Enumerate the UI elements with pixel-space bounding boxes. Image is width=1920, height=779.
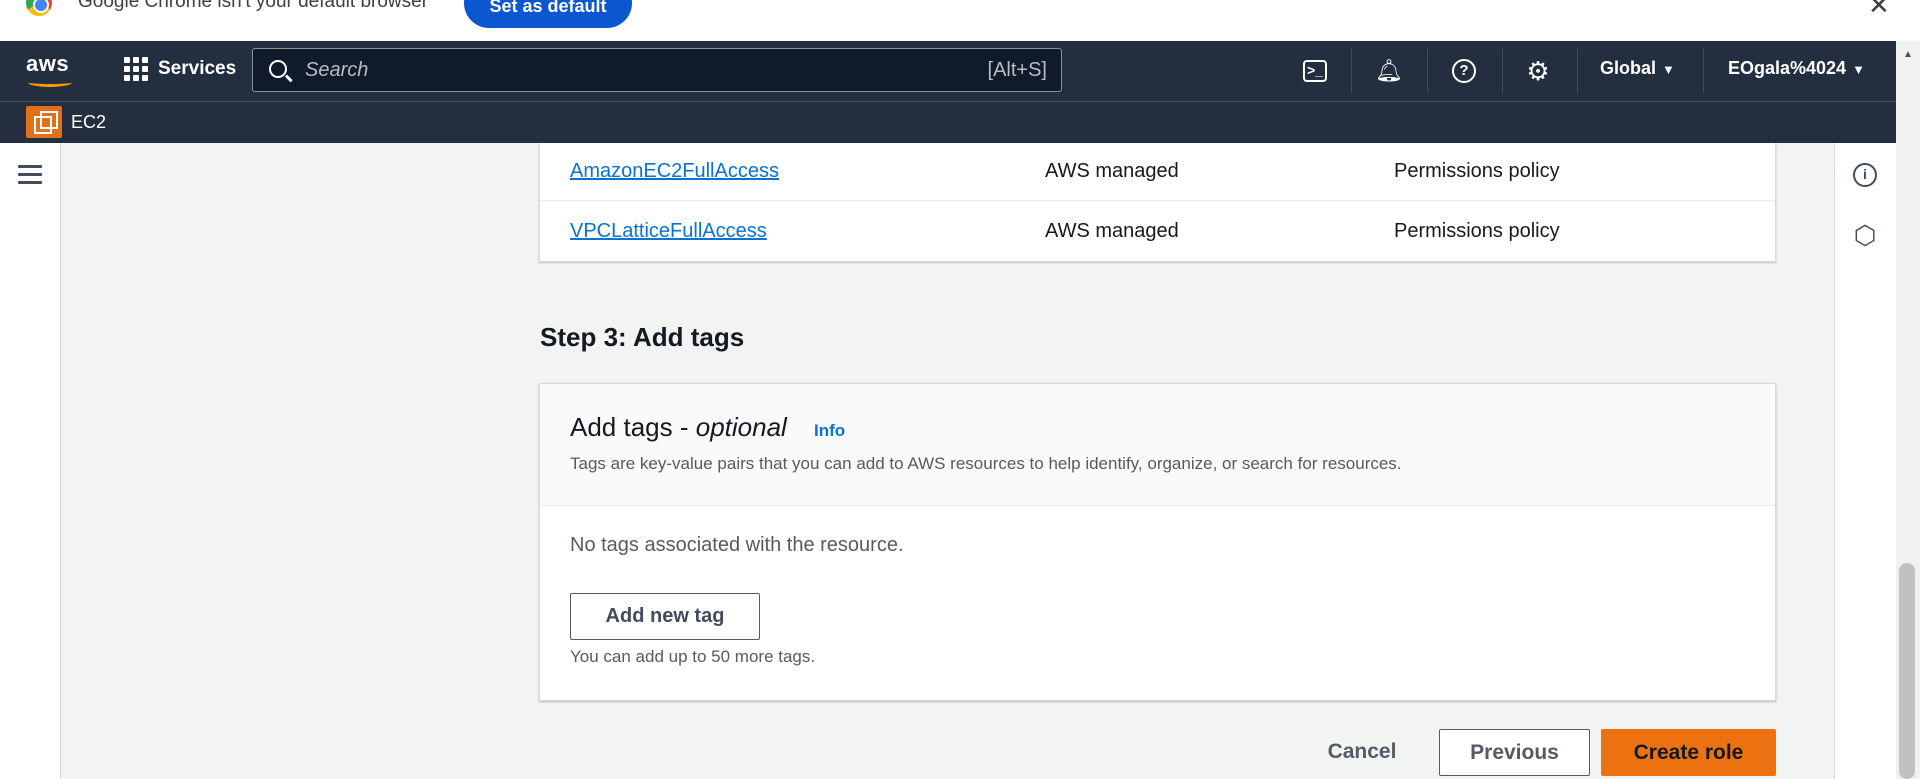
menu-icon[interactable] [18,165,42,189]
empty-message: No tags associated with the resource. [570,534,904,556]
region-selector[interactable]: Global ▼ [1600,58,1675,79]
search-icon [269,60,287,78]
nav-divider [1577,49,1578,93]
scroll-thumb[interactable] [1899,563,1915,779]
panel-header: Add tags - optional Info Tags are key-va… [540,384,1775,506]
grid-icon [124,57,148,81]
aws-smile-icon [28,78,72,87]
policy-link[interactable]: AmazonEC2FullAccess [570,160,779,183]
search-shortcut-hint: [Alt+S] [987,59,1047,81]
cloudshell-button[interactable]: >_ [1300,56,1330,86]
permissions-table: AmazonEC2FullAccess AWS managed Permissi… [539,143,1776,262]
notifications-button[interactable]: 🔔︎ [1374,56,1404,86]
policy-type: AWS managed [1045,160,1179,182]
aws-top-nav: aws Services [Alt+S] >_ 🔔︎ ? ⚙ Global ▼ E… [0,41,1920,101]
aws-logo-text: aws [26,51,70,76]
search-bar[interactable]: [Alt+S] [252,48,1062,92]
gear-icon: ⚙ [1526,56,1550,86]
table-row: VPCLatticeFullAccess AWS managed Permiss… [540,202,1775,260]
settings-button[interactable]: ⚙ [1523,56,1553,86]
close-icon[interactable]: ✕ [1868,0,1890,21]
info-link[interactable]: Info [814,421,845,441]
create-role-button[interactable]: Create role [1601,729,1776,776]
nav-divider [1427,49,1428,93]
policy-type: AWS managed [1045,219,1179,242]
region-label: Global [1600,58,1657,78]
aws-logo[interactable]: aws [26,51,76,89]
account-label: EOgala%4024 [1728,58,1847,78]
tag-limit-text: You can add up to 50 more tags. [570,647,816,666]
infobar-message: Google Chrome isn't your default browser [78,0,429,12]
browser-infobar: Google Chrome isn't your default browser… [0,0,1920,41]
caret-down-icon: ▼ [1662,62,1675,77]
account-menu[interactable]: EOgala%4024 ▼ [1728,58,1865,79]
cancel-button[interactable]: Cancel [1310,729,1414,775]
right-tools-rail: i ⬡ [1834,143,1896,779]
panel-title-text: Add tags - [570,412,696,442]
nav-divider [1351,49,1352,93]
cloudshell-icon: >_ [1303,60,1327,82]
panel-title-optional: optional [695,412,787,442]
search-input[interactable] [305,57,905,83]
policy-used-as: Permissions policy [1394,219,1560,242]
services-menu-button[interactable]: Services [124,57,236,81]
table-row: AmazonEC2FullAccess AWS managed Permissi… [540,143,1775,201]
step-heading: Step 3: Add tags [540,322,745,352]
help-icon: ? [1452,59,1476,83]
service-name[interactable]: EC2 [71,112,106,133]
services-label: Services [158,58,237,79]
caret-down-icon: ▼ [1852,62,1865,77]
scroll-up-arrow-icon[interactable]: ▲ [1903,49,1913,60]
panel-description: Tags are key-value pairs that you can ad… [570,454,1402,473]
help-button[interactable]: ? [1449,56,1479,86]
nav-divider [1703,49,1704,93]
set-default-button[interactable]: Set as default [464,0,632,28]
previous-button[interactable]: Previous [1439,729,1590,776]
service-bar: EC2 [0,101,1920,143]
nav-divider [1502,49,1503,93]
page-scrollbar[interactable]: ▲ [1896,41,1920,779]
bell-icon: 🔔︎ [1375,58,1403,83]
info-icon[interactable]: i [1853,163,1877,187]
policy-link[interactable]: VPCLatticeFullAccess [570,220,767,243]
left-nav-rail [0,143,61,779]
ec2-service-icon[interactable] [26,106,62,138]
hexagon-icon[interactable]: ⬡ [1853,222,1877,248]
panel-title: Add tags - optional [570,412,787,443]
policy-used-as: Permissions policy [1394,160,1560,182]
chrome-logo-icon [26,0,52,16]
add-tags-panel: Add tags - optional Info Tags are key-va… [539,383,1776,701]
add-new-tag-button[interactable]: Add new tag [570,593,760,640]
